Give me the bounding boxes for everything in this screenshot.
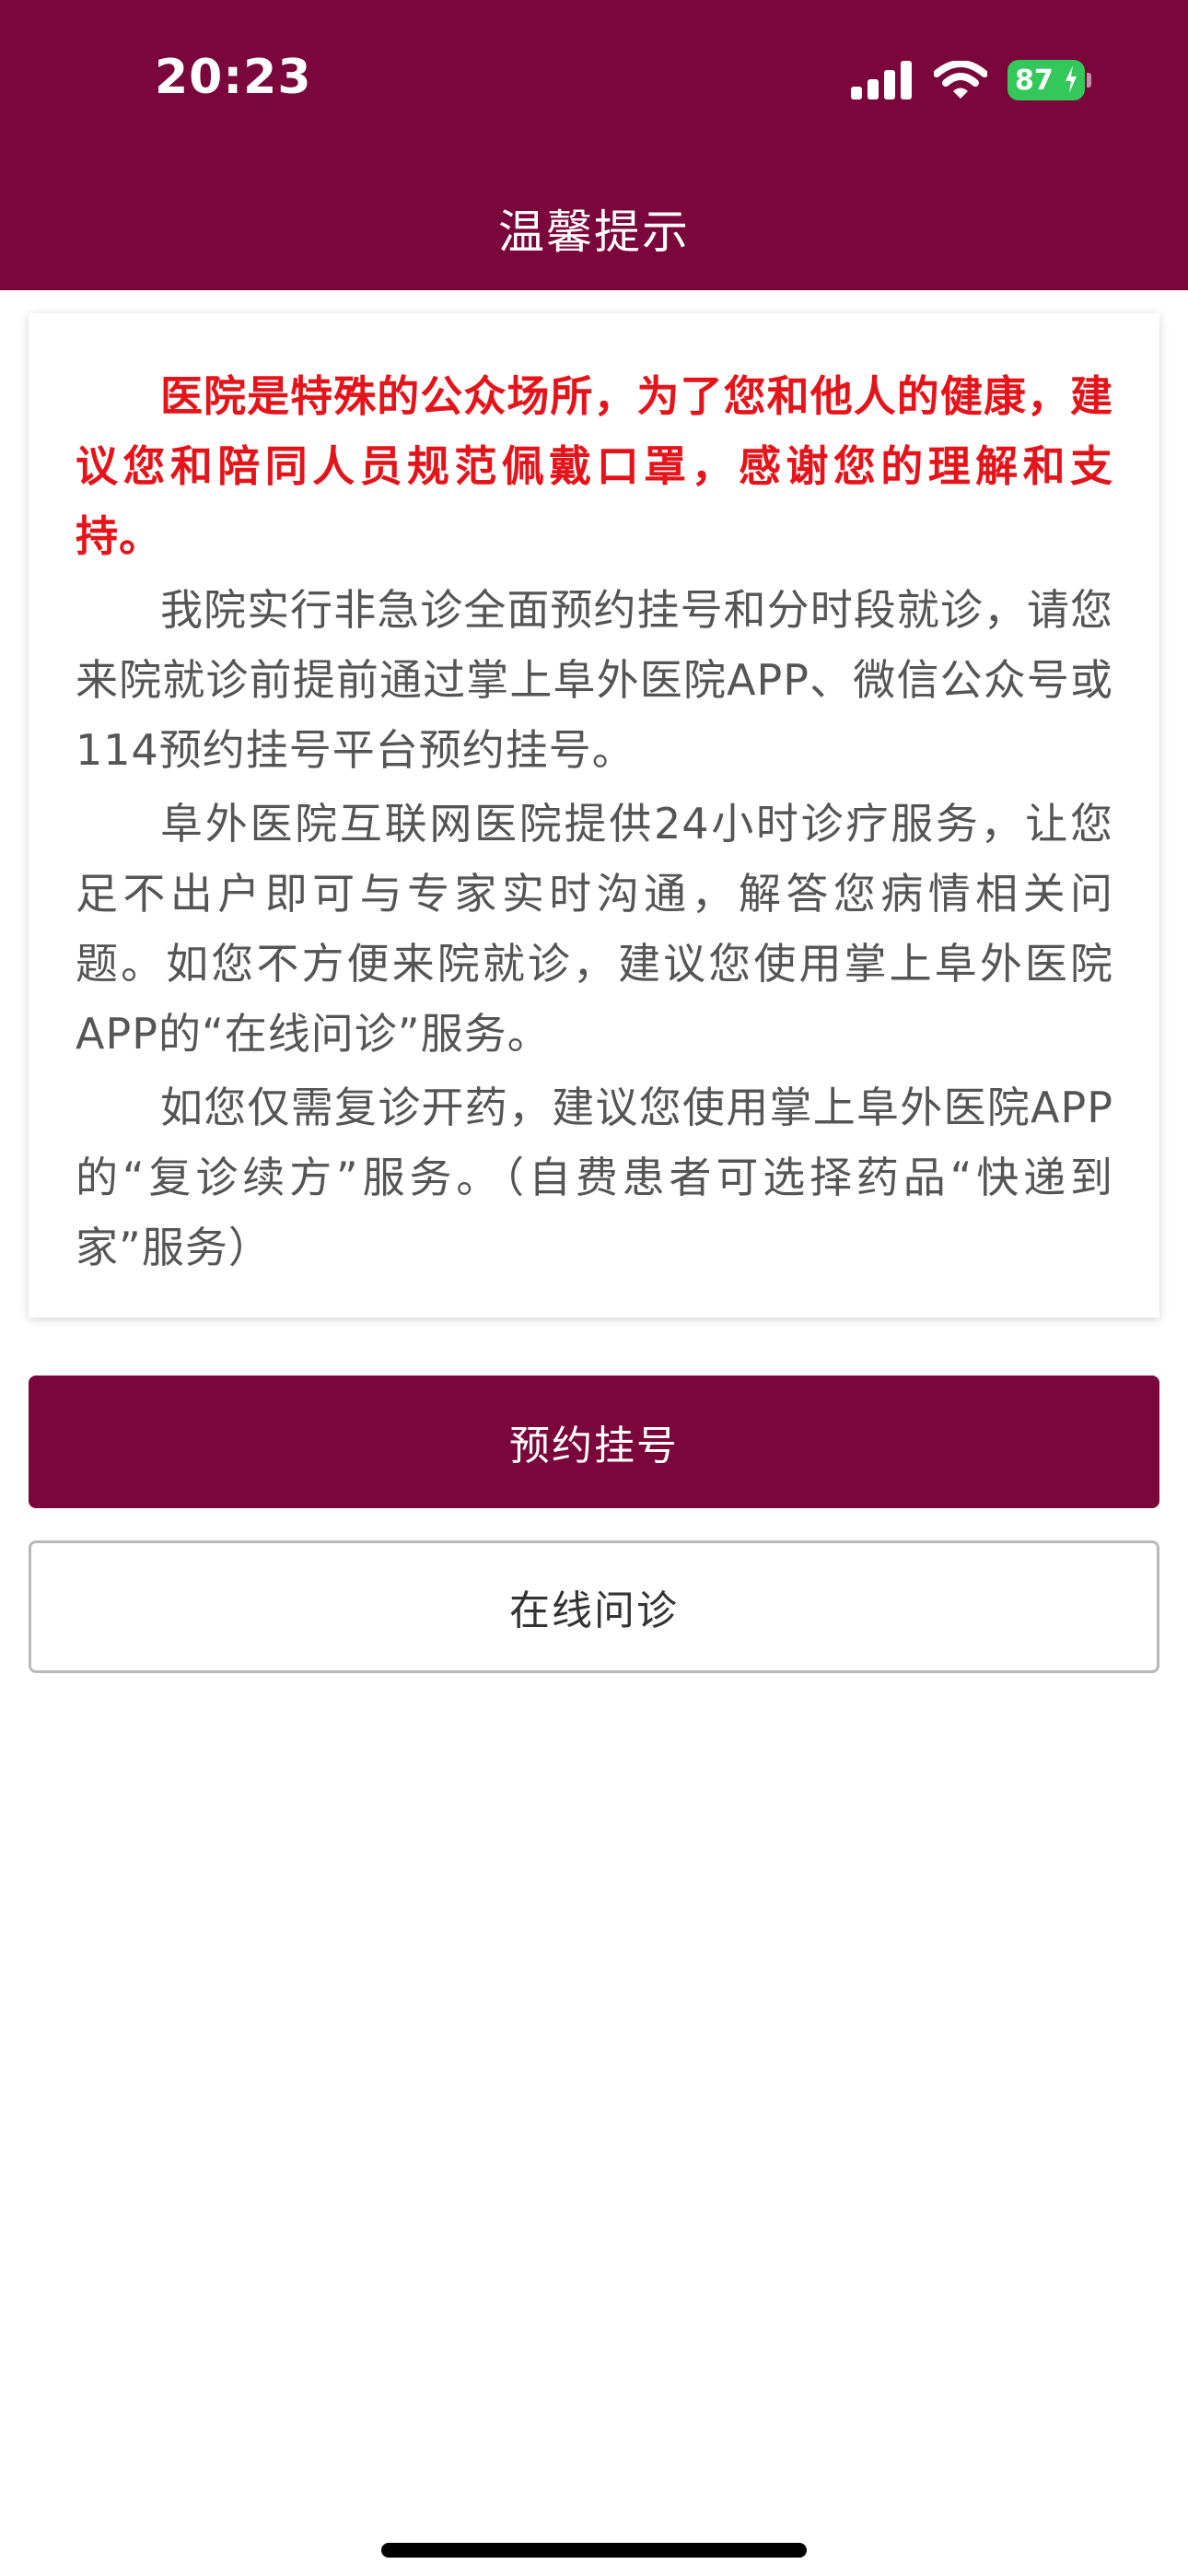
prescription-refill-info-text: 如您仅需复诊开药，建议您使用掌上阜外医院APP的“复诊续方”服务。（自费患者可选… bbox=[76, 1083, 1113, 1272]
online-consultation-button[interactable]: 在线问诊 bbox=[29, 1540, 1159, 1673]
home-indicator[interactable] bbox=[381, 2543, 807, 2558]
notice-card: 医院是特殊的公众场所，为了您和他人的健康，建议您和陪同人员规范佩戴口罩，感谢您的… bbox=[29, 313, 1159, 1317]
book-appointment-button[interactable]: 预约挂号 bbox=[29, 1376, 1159, 1508]
status-icons: 87 bbox=[851, 57, 1091, 103]
cellular-signal-icon bbox=[851, 61, 912, 100]
top-bar: 20:23 87 温馨提示 bbox=[0, 0, 1188, 290]
internet-hospital-info-text: 阜外医院互联网医院提供24小时诊疗服务，让您足不出户即可与专家实时沟通，解答您病… bbox=[76, 799, 1113, 1059]
status-time: 20:23 bbox=[155, 50, 312, 105]
page-title: 温馨提示 bbox=[498, 205, 690, 259]
book-appointment-label: 预约挂号 bbox=[509, 1423, 679, 1469]
online-consultation-label: 在线问诊 bbox=[509, 1587, 679, 1634]
wifi-icon bbox=[934, 61, 987, 99]
battery-level: 87 bbox=[1015, 64, 1054, 97]
mask-alert-text: 医院是特殊的公众场所，为了您和他人的健康，建议您和陪同人员规范佩戴口罩，感谢您的… bbox=[76, 371, 1113, 561]
battery-icon: 87 bbox=[1007, 60, 1091, 100]
appointment-info-text: 我院实行非急诊全面预约挂号和分时段就诊，请您来院就诊前提前通过掌上阜外医院APP… bbox=[76, 585, 1113, 775]
charging-bolt-icon bbox=[1066, 65, 1077, 93]
